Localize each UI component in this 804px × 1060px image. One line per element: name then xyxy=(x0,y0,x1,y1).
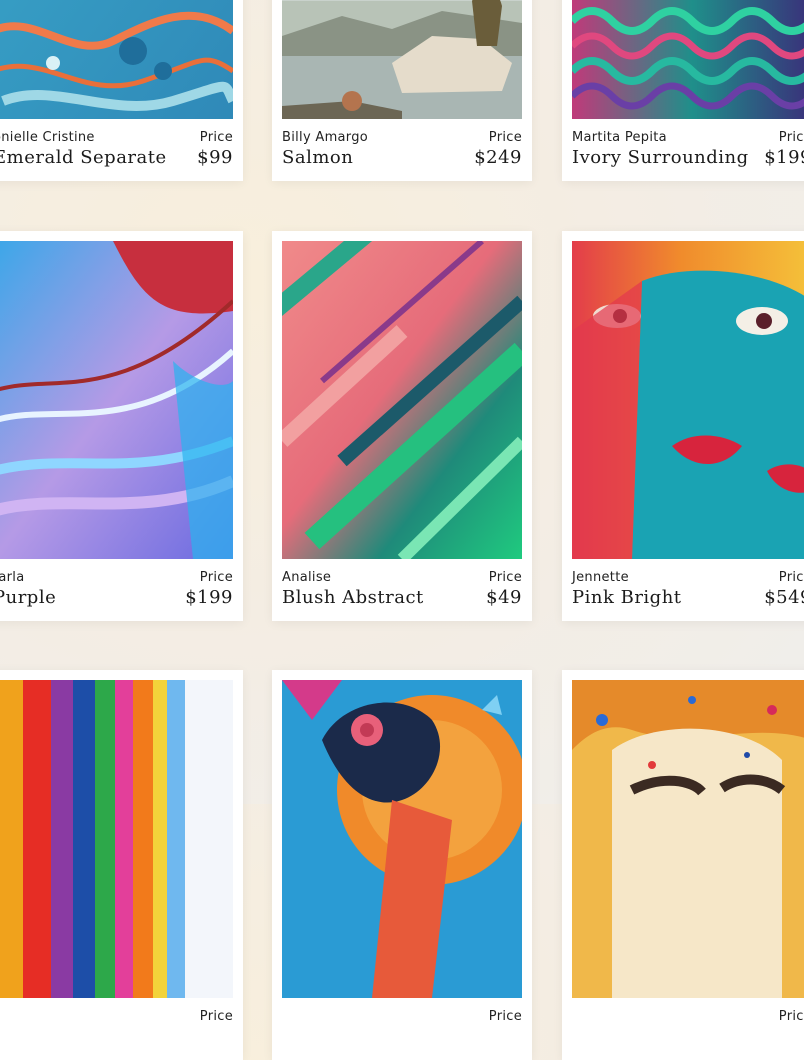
artwork-landscape-lake-painting xyxy=(282,0,522,119)
artwork-card[interactable]: Jennette Price Pink Bright $549 xyxy=(562,231,804,621)
artwork-title[interactable]: Blush Abstract xyxy=(282,587,424,608)
price-label: Price xyxy=(488,570,522,585)
price-label: Price xyxy=(488,130,522,145)
artwork-blue-fluid-swirl xyxy=(0,0,233,119)
artwork-card[interactable]: Billy Amargo Price Salmon $249 xyxy=(272,0,532,181)
artwork-splatter-face-portrait xyxy=(572,680,804,998)
price-label: Price xyxy=(778,130,804,145)
artwork-woman-flower-portrait xyxy=(282,680,522,998)
artwork-green-purple-waves xyxy=(572,0,804,119)
artwork-image[interactable] xyxy=(572,0,804,119)
artwork-pink-green-brushstrokes xyxy=(282,241,522,559)
artwork-blue-violet-fluid xyxy=(0,241,233,559)
price-label: Price xyxy=(199,1009,233,1024)
price-label: Price xyxy=(778,1009,804,1024)
price-label: Price xyxy=(778,570,804,585)
artwork-rainbow-stripes xyxy=(0,680,233,998)
price-label: Price xyxy=(199,570,233,585)
artwork-image[interactable] xyxy=(0,241,233,559)
artwork-price: $99 xyxy=(197,147,233,168)
artwork-card[interactable]: Analise Price Blush Abstract $49 xyxy=(272,231,532,621)
artwork-price: $249 xyxy=(474,147,522,168)
artwork-price: $199 xyxy=(764,147,804,168)
artist-name: Billy Amargo xyxy=(282,130,369,145)
artwork-image[interactable] xyxy=(0,0,233,119)
artwork-image[interactable] xyxy=(572,241,804,559)
artwork-image[interactable] xyxy=(282,0,522,119)
price-label: Price xyxy=(488,1009,522,1024)
artwork-card[interactable]: Price xyxy=(562,670,804,1060)
artist-name: Analise xyxy=(282,570,332,585)
artist-name: tarla xyxy=(0,570,25,585)
price-label: Price xyxy=(199,130,233,145)
artwork-price: $199 xyxy=(185,587,233,608)
artwork-card[interactable]: onielle Cristine Price Emerald Separate … xyxy=(0,0,243,181)
artwork-title[interactable]: Purple xyxy=(0,587,56,608)
artwork-card[interactable]: Price xyxy=(272,670,532,1060)
artwork-image[interactable] xyxy=(572,680,804,998)
artist-name: Martita Pepita xyxy=(572,130,667,145)
artist-name: onielle Cristine xyxy=(0,130,95,145)
artwork-price: $549 xyxy=(764,587,804,608)
artwork-card[interactable]: Martita Pepita Price Ivory Surrounding $… xyxy=(562,0,804,181)
artwork-price: $49 xyxy=(486,587,522,608)
artwork-title[interactable]: Emerald Separate xyxy=(0,147,167,168)
artwork-card[interactable]: Price xyxy=(0,670,243,1060)
artwork-image[interactable] xyxy=(282,680,522,998)
artwork-title[interactable]: Pink Bright xyxy=(572,587,682,608)
artwork-title[interactable]: Ivory Surrounding xyxy=(572,147,749,168)
artwork-title[interactable]: Salmon xyxy=(282,147,353,168)
artwork-colorful-face-portrait xyxy=(572,241,804,559)
artwork-image[interactable] xyxy=(0,680,233,998)
artwork-image[interactable] xyxy=(282,241,522,559)
artwork-card[interactable]: tarla Price Purple $199 xyxy=(0,231,243,621)
artist-name: Jennette xyxy=(572,570,629,585)
artwork-grid: onielle Cristine Price Emerald Separate … xyxy=(0,0,804,1060)
